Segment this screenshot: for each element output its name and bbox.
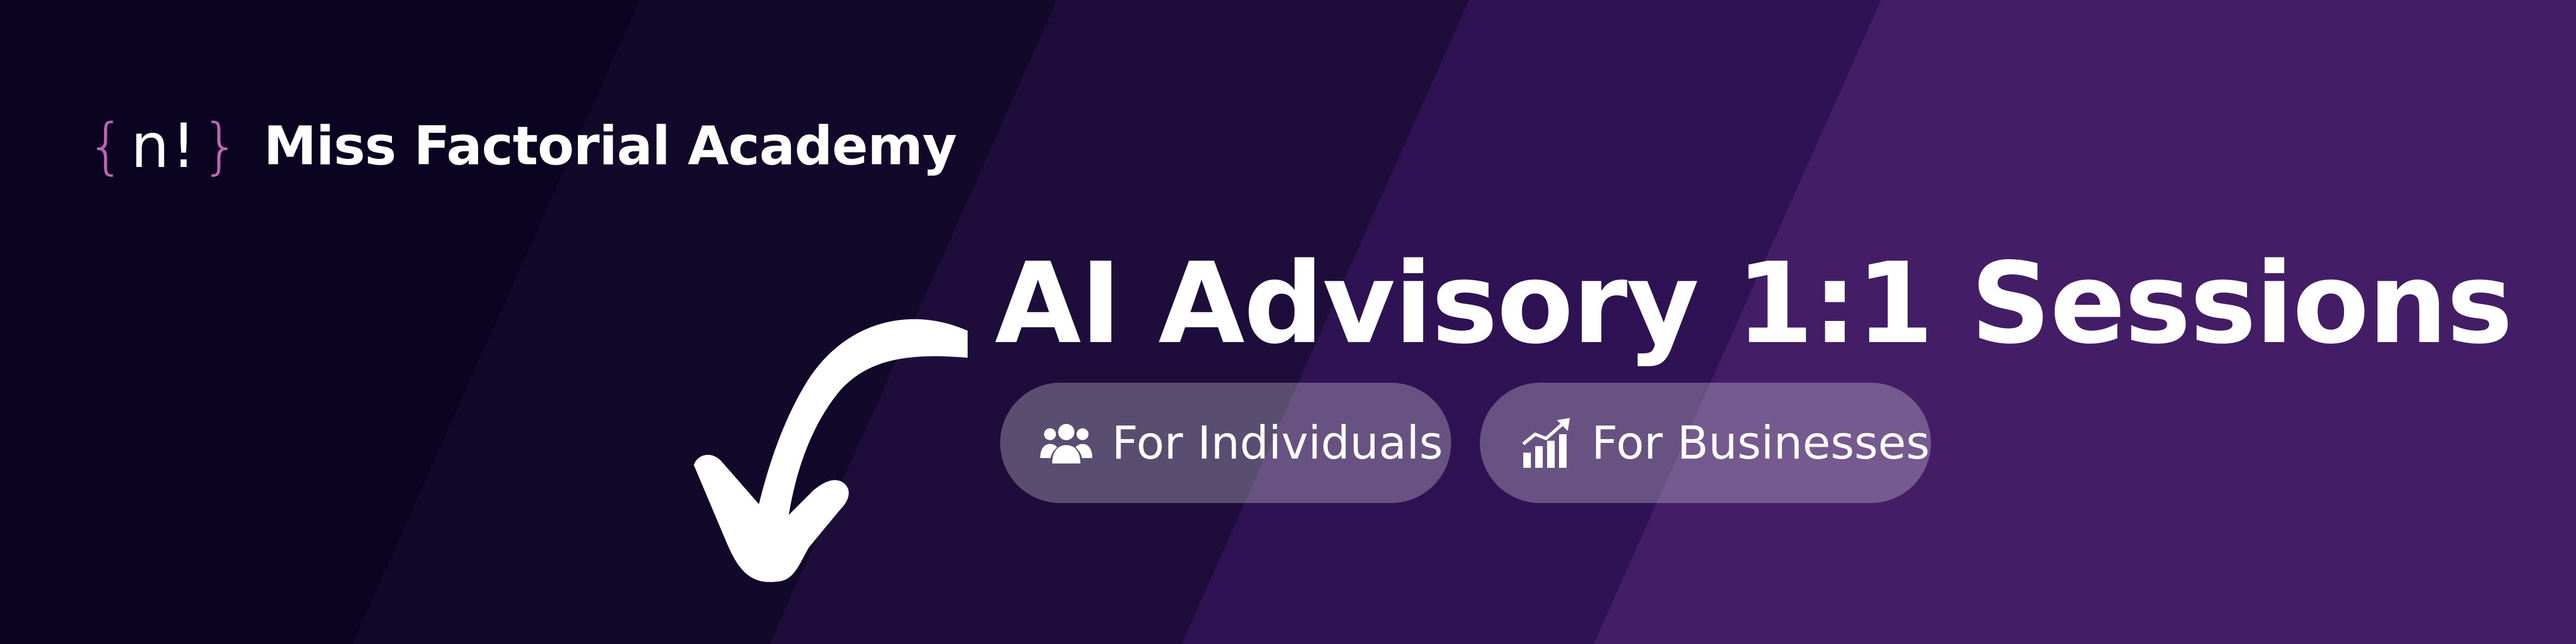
logo-brace-open: { bbox=[87, 111, 128, 182]
logo-brace-close: } bbox=[201, 111, 242, 182]
people-icon bbox=[1040, 424, 1092, 463]
banner: { n! } Miss Factorial Academy AI Advisor… bbox=[0, 0, 2576, 644]
page-title: AI Advisory 1:1 Sessions bbox=[995, 239, 2513, 369]
for-individuals-button[interactable]: For Individuals bbox=[1000, 383, 1451, 503]
for-individuals-label: For Individuals bbox=[1112, 416, 1443, 469]
brand-logo: { n! } bbox=[87, 116, 242, 177]
brand-name: Miss Factorial Academy bbox=[263, 115, 957, 177]
brand[interactable]: { n! } Miss Factorial Academy bbox=[87, 103, 957, 190]
for-businesses-label: For Businesses bbox=[1592, 416, 1930, 469]
logo-core: n! bbox=[131, 111, 198, 182]
for-businesses-button[interactable]: For Businesses bbox=[1480, 383, 1931, 503]
growth-chart-icon bbox=[1522, 418, 1570, 468]
curved-arrow-icon bbox=[694, 319, 968, 582]
